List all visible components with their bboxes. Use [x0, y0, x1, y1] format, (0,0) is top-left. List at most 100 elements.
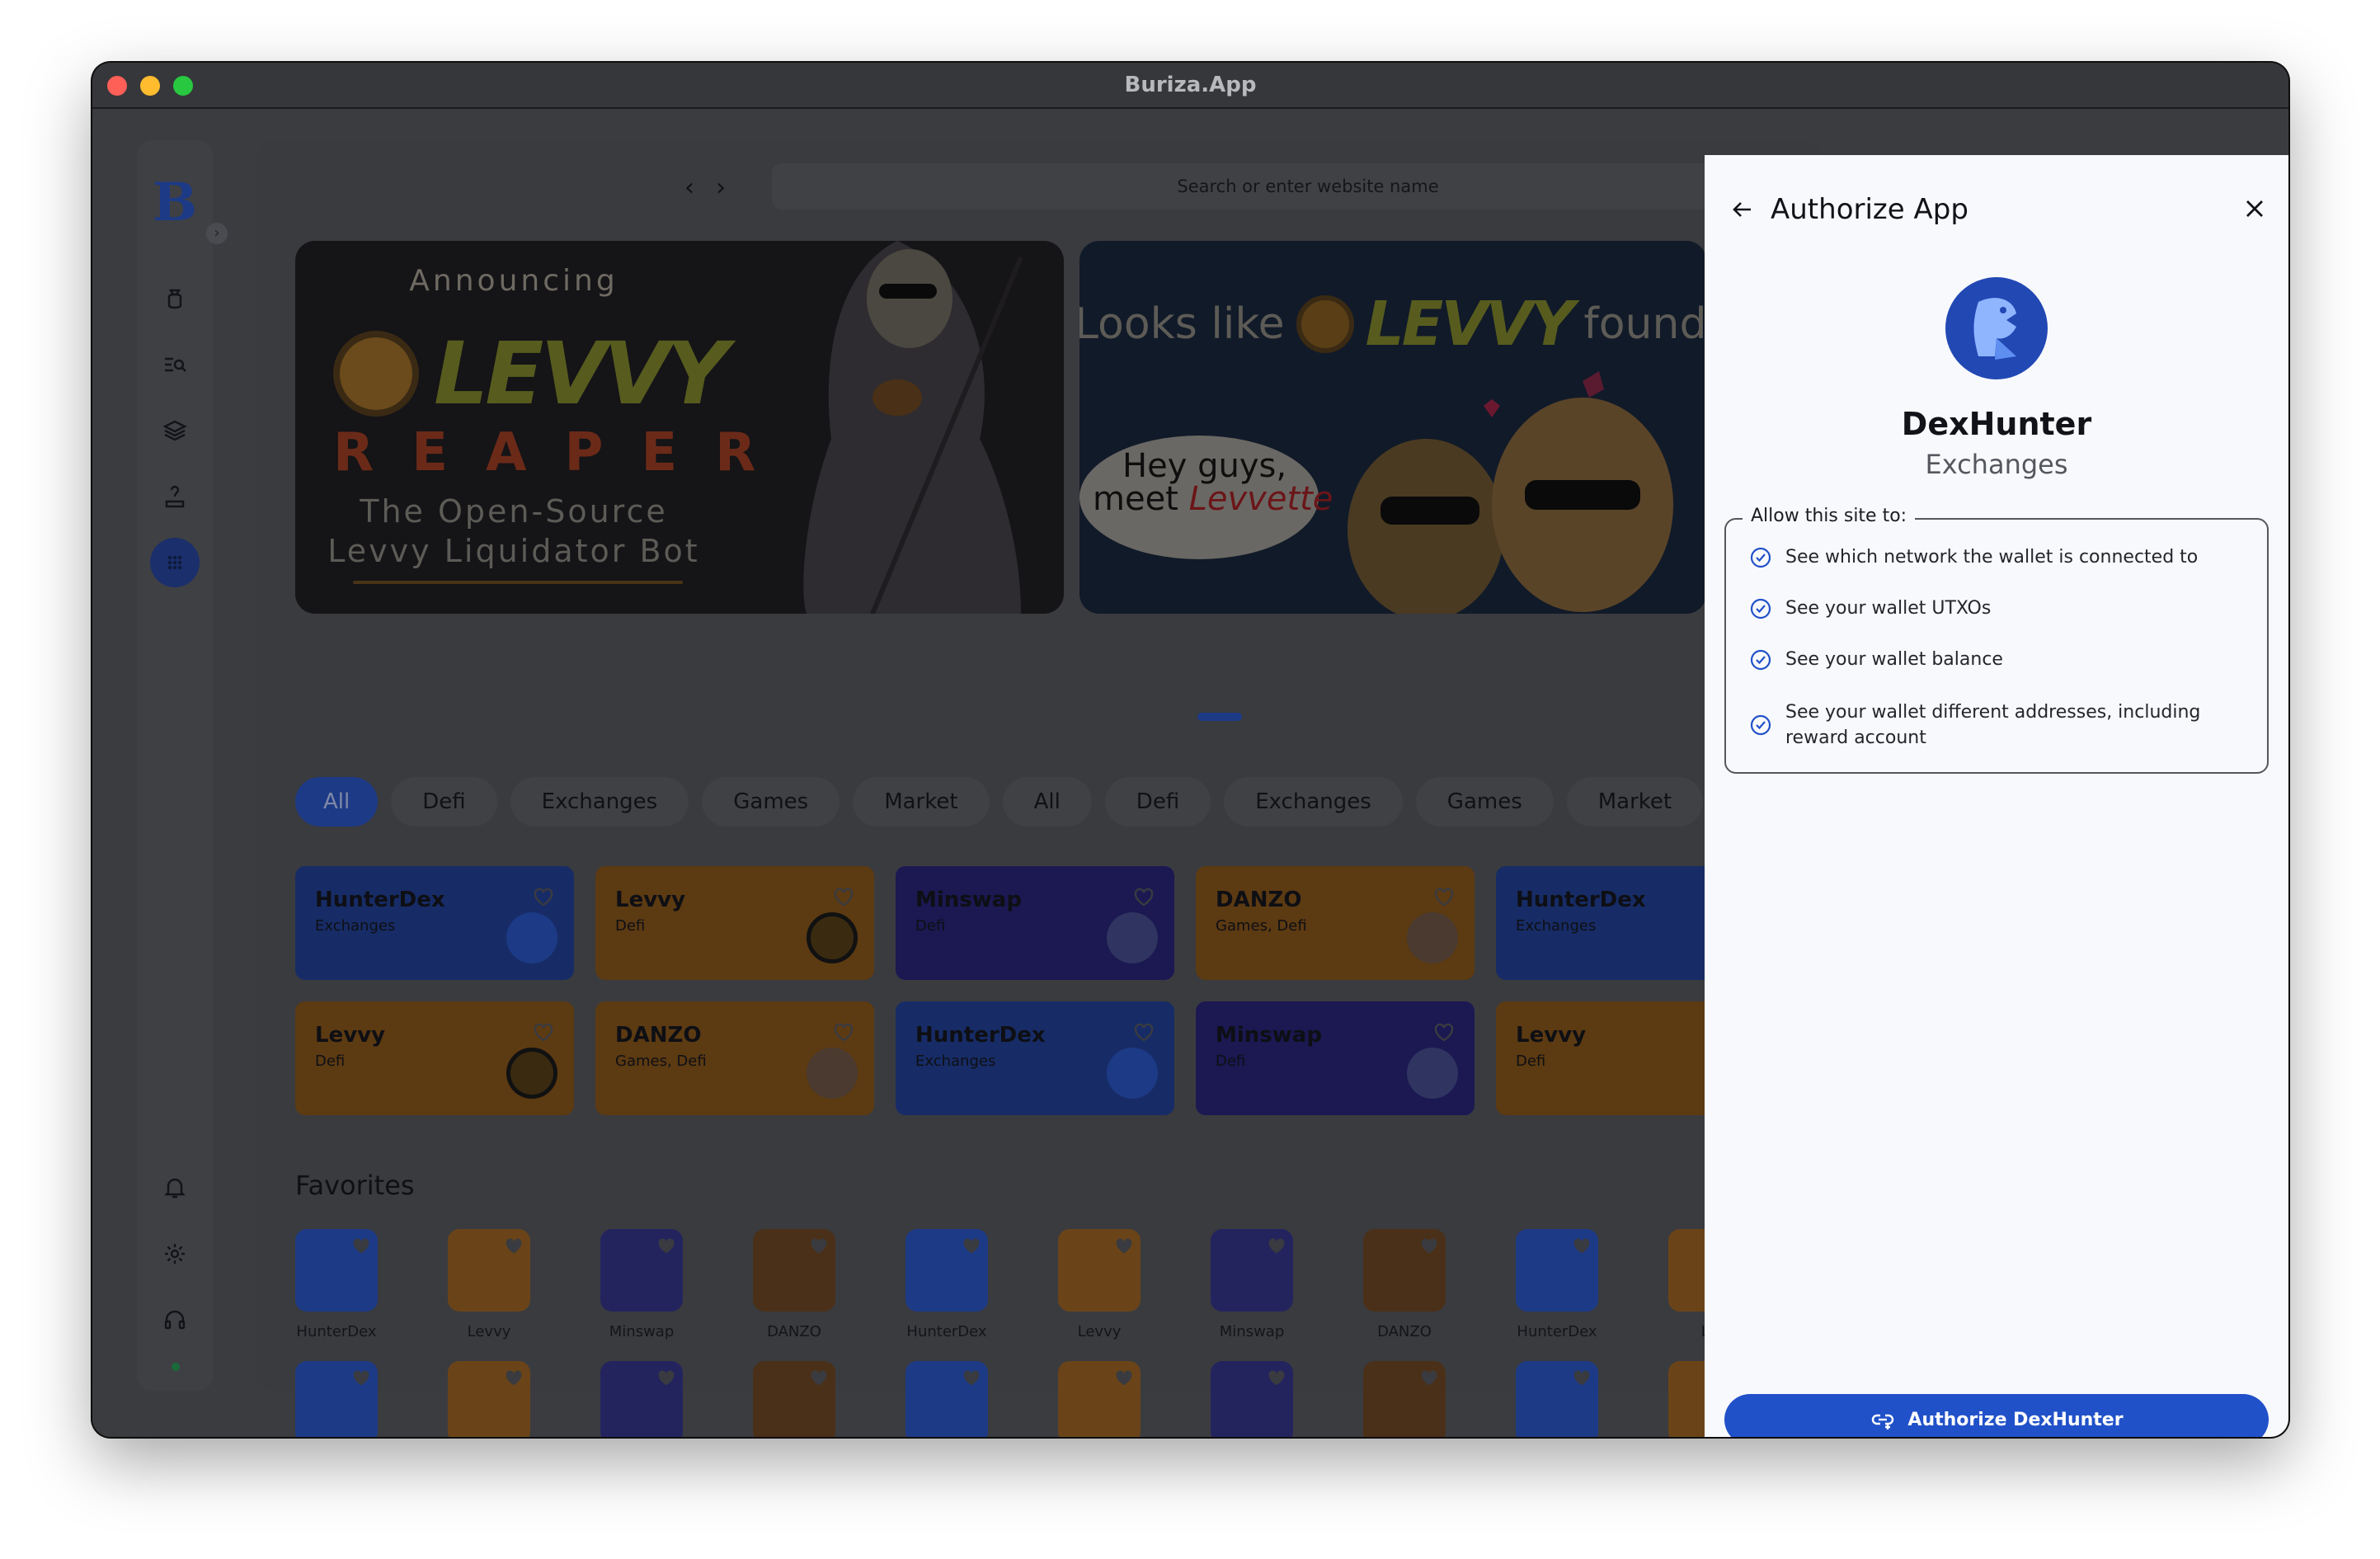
heart-icon[interactable]: [831, 1020, 856, 1044]
favorite-item[interactable]: Minswap: [1211, 1229, 1293, 1340]
filter-chip-games[interactable]: Games: [1415, 777, 1554, 827]
filter-chip-defi[interactable]: Defi: [391, 777, 497, 827]
check-circle-icon: [1750, 598, 1771, 619]
headset-icon[interactable]: [158, 1303, 191, 1336]
favorite-item[interactable]: HunterDex: [295, 1229, 378, 1340]
levvy-wordmark: LEVVY: [1365, 289, 1575, 360]
layers-icon[interactable]: [158, 414, 191, 447]
heart-icon[interactable]: [1418, 1366, 1441, 1389]
heart-icon[interactable]: [350, 1234, 373, 1257]
heart-icon[interactable]: [807, 1366, 830, 1389]
filter-chip-games[interactable]: Games: [702, 777, 840, 827]
dapp-card[interactable]: Minswap Defi: [896, 866, 1174, 980]
heart-icon[interactable]: [1432, 884, 1456, 909]
heart-icon[interactable]: [1265, 1234, 1288, 1257]
dapp-card-category: Exchanges: [1516, 917, 1597, 935]
heart-icon[interactable]: [1112, 1234, 1136, 1257]
heart-icon[interactable]: [502, 1366, 525, 1389]
sloth-couple-illustration: [1348, 371, 1673, 614]
dapp-card[interactable]: DANZO Games, Defi: [1196, 866, 1475, 980]
authorize-button[interactable]: Authorize DexHunter: [1724, 1394, 2269, 1437]
heart-icon[interactable]: [1432, 1020, 1456, 1044]
back-arrow-icon[interactable]: [1729, 196, 1756, 223]
filter-chip-market[interactable]: Market: [1566, 777, 1704, 827]
filter-chip-exchanges[interactable]: Exchanges: [1224, 777, 1403, 827]
heart-icon[interactable]: [655, 1234, 678, 1257]
bell-icon[interactable]: [158, 1171, 191, 1204]
banner-levvy-reaper[interactable]: Announcing LEVVY REAPER The Open-Source …: [295, 241, 1064, 614]
favorite-item[interactable]: HunterDex: [905, 1229, 988, 1340]
filter-chip-exchanges[interactable]: Exchanges: [510, 777, 689, 827]
favorite-item[interactable]: DANZO: [753, 1229, 835, 1340]
favorite-item[interactable]: HunterDex: [1516, 1229, 1598, 1340]
minswap-cat-icon: [1407, 1048, 1458, 1099]
dapp-card[interactable]: DANZO Games, Defi: [595, 1001, 874, 1115]
heart-icon[interactable]: [960, 1234, 983, 1257]
back-arrow-icon[interactable]: ‹: [684, 173, 694, 202]
favorite-item[interactable]: Levvy: [1058, 1229, 1141, 1340]
heart-icon[interactable]: [807, 1234, 830, 1257]
favorite-item[interactable]: DANZO: [753, 1361, 835, 1437]
favorite-item[interactable]: Minswap: [600, 1229, 683, 1340]
website-search-input[interactable]: Search or enter website name: [772, 163, 1844, 210]
favorite-item[interactable]: Levvy: [448, 1361, 530, 1437]
favorite-item[interactable]: HunterDex: [905, 1361, 988, 1437]
dexhunter-avatar: [1945, 277, 2048, 379]
close-icon[interactable]: [2242, 196, 2267, 221]
chevron-right-icon[interactable]: ›: [206, 223, 228, 244]
favorite-item[interactable]: Levvy: [1058, 1361, 1141, 1437]
dapp-card-name: Levvy: [615, 888, 686, 912]
favorite-label: HunterDex: [296, 1323, 377, 1340]
permission-text: See your wallet balance: [1785, 649, 2003, 670]
banner-levvy-levvette[interactable]: Looks like LEVVY found a Hey guys, meet …: [1079, 241, 1706, 614]
dapp-card-category: Defi: [315, 1053, 346, 1070]
heart-icon[interactable]: [531, 1020, 556, 1044]
heart-icon[interactable]: [1131, 884, 1156, 909]
gear-icon[interactable]: [158, 1237, 191, 1270]
favorite-label: Minswap: [1219, 1323, 1285, 1340]
favorite-label: DANZO: [767, 1323, 821, 1340]
heart-icon[interactable]: [1418, 1234, 1441, 1257]
banner-headline-pre: Looks like: [1079, 299, 1285, 349]
heart-icon[interactable]: [1570, 1366, 1593, 1389]
heart-icon[interactable]: [831, 884, 856, 909]
filter-chip-all[interactable]: All: [295, 777, 379, 827]
heart-icon[interactable]: [502, 1234, 525, 1257]
favorite-item[interactable]: DANZO: [1363, 1229, 1446, 1340]
permission-text: See your wallet UTXOs: [1785, 598, 1992, 619]
heart-icon[interactable]: [350, 1366, 373, 1389]
dapp-card[interactable]: HunterDex Exchanges: [295, 866, 574, 980]
banner-underline: [353, 581, 683, 584]
permission-item: See your wallet different addresses, inc…: [1749, 699, 2211, 751]
heart-icon[interactable]: [1112, 1366, 1136, 1389]
favorite-item[interactable]: Levvy: [448, 1229, 530, 1340]
dapp-card[interactable]: Minswap Defi: [1196, 1001, 1475, 1115]
dapp-card[interactable]: Levvy Defi: [295, 1001, 574, 1115]
dapp-card-category: Defi: [615, 917, 646, 935]
favorite-item[interactable]: HunterDex: [295, 1361, 378, 1437]
dapps-grid-icon[interactable]: [150, 538, 200, 587]
heart-icon[interactable]: [1265, 1366, 1288, 1389]
filter-chip-all[interactable]: All: [1002, 777, 1092, 827]
heart-icon[interactable]: [960, 1366, 983, 1389]
heart-icon[interactable]: [1131, 1020, 1156, 1044]
dapp-card[interactable]: Levvy Defi: [595, 866, 874, 980]
stake-icon[interactable]: [158, 480, 191, 513]
dapp-card[interactable]: HunterDex Exchanges: [896, 1001, 1174, 1115]
heart-icon[interactable]: [531, 884, 556, 909]
filter-chip-market[interactable]: Market: [853, 777, 990, 827]
favorite-item[interactable]: Minswap: [600, 1361, 683, 1437]
heart-icon[interactable]: [655, 1366, 678, 1389]
filter-chip-defi[interactable]: Defi: [1104, 777, 1211, 827]
dapp-card-category: Defi: [1516, 1053, 1546, 1070]
dapp-card-category: Defi: [915, 917, 946, 935]
forward-arrow-icon[interactable]: ›: [716, 173, 726, 202]
carousel-indicator[interactable]: [1197, 713, 1242, 721]
favorite-item[interactable]: DANZO: [1363, 1361, 1446, 1437]
search-list-icon[interactable]: [158, 348, 191, 381]
favorite-item[interactable]: HunterDex: [1516, 1361, 1598, 1437]
favorite-item[interactable]: Minswap: [1211, 1361, 1293, 1437]
speech-bubble-line-2: meet Levvette: [1093, 480, 1333, 518]
heart-icon[interactable]: [1570, 1234, 1593, 1257]
wallet-bag-icon[interactable]: [158, 282, 191, 315]
